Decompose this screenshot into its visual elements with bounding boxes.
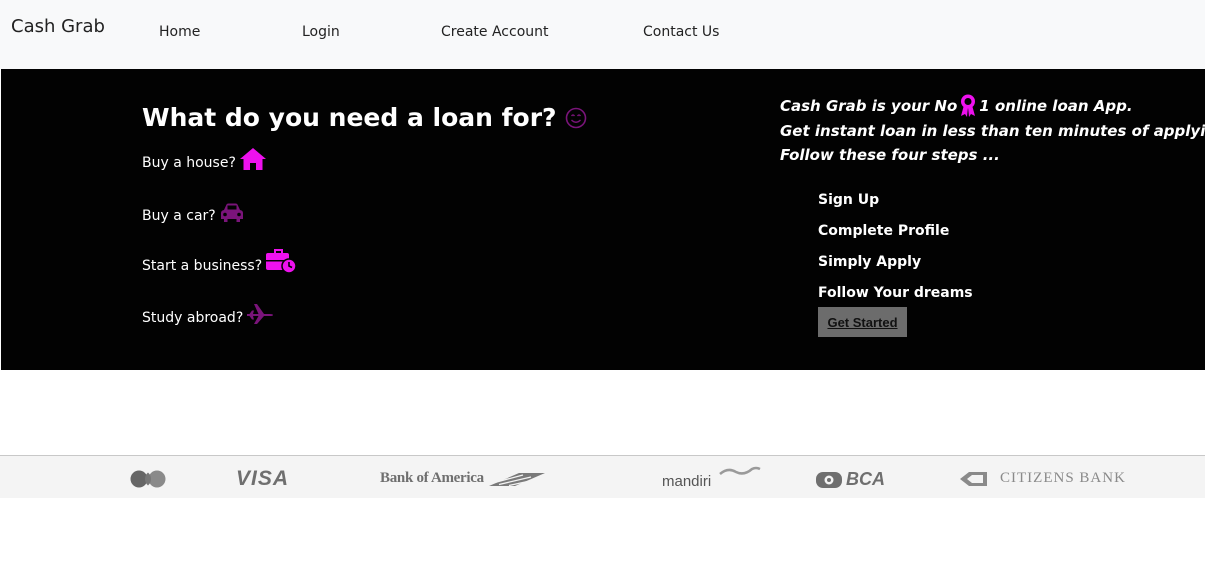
bank-of-america-flag-icon bbox=[488, 472, 545, 486]
steps-list: Sign Up Complete Profile Simply Apply Fo… bbox=[818, 189, 973, 313]
get-started-button[interactable]: Get Started bbox=[818, 307, 907, 337]
loan-option-car: Buy a car? bbox=[142, 202, 245, 224]
step-complete-profile: Complete Profile bbox=[818, 223, 950, 239]
car-icon bbox=[220, 203, 243, 222]
citizens-bank-logo: CITIZENS BANK bbox=[959, 470, 1126, 487]
step-simply-apply: Simply Apply bbox=[818, 254, 922, 270]
mandiri-text: mandiri bbox=[662, 473, 712, 490]
loan-option-house: Buy a house? bbox=[142, 147, 267, 171]
loan-option-label: Start a business? bbox=[142, 258, 263, 274]
promo-line-1b: 1 online loan App. bbox=[979, 97, 1133, 115]
hero-section: What do you need a loan for? Buy a house… bbox=[1, 69, 1205, 370]
step-sign-up: Sign Up bbox=[818, 192, 880, 208]
bca-text: BCA bbox=[846, 469, 885, 489]
citizens-bank-emblem-icon bbox=[960, 471, 987, 486]
bca-emblem-icon bbox=[816, 471, 842, 488]
mandiri-logo: mandiri bbox=[662, 466, 761, 490]
promo-text: Cash Grab is your No 1 online loan App. … bbox=[780, 94, 1205, 168]
briefcase-clock-icon bbox=[266, 249, 297, 274]
brand-logo[interactable]: Cash Grab bbox=[11, 16, 105, 37]
house-icon bbox=[239, 148, 266, 170]
loan-option-label: Study abroad? bbox=[142, 310, 244, 326]
promo-line-2: Get instant loan in less than ten minute… bbox=[780, 121, 1205, 140]
promo-line-3: Follow these four steps ... bbox=[780, 146, 1000, 164]
loan-option-study: Study abroad? bbox=[142, 302, 274, 326]
smiley-icon bbox=[565, 107, 586, 128]
nav-link-contact-us[interactable]: Contact Us bbox=[643, 24, 719, 40]
nav-link-home[interactable]: Home bbox=[159, 24, 200, 40]
citizens-bank-text: CITIZENS BANK bbox=[1000, 470, 1126, 486]
bank-of-america-text: Bank of America bbox=[380, 470, 484, 486]
nav-link-create-account[interactable]: Create Account bbox=[441, 24, 549, 40]
airplane-icon bbox=[247, 304, 274, 324]
navbar: Cash Grab Home Login Create Account Cont… bbox=[0, 0, 1205, 69]
loan-option-business: Start a business? bbox=[142, 248, 297, 274]
visa-logo: VISA bbox=[236, 467, 290, 490]
mastercard-logo bbox=[130, 470, 166, 488]
partner-logos-bar: VISA Bank of America mandiri BCA CITIZEN… bbox=[0, 455, 1205, 498]
award-ribbon-icon bbox=[961, 94, 976, 118]
hero-title: What do you need a loan for? bbox=[142, 103, 587, 132]
bank-of-america-logo: Bank of America bbox=[380, 470, 545, 487]
promo-line-1a: Cash Grab is your No bbox=[780, 97, 958, 115]
hero-title-text: What do you need a loan for? bbox=[142, 103, 557, 132]
loan-option-label: Buy a house? bbox=[142, 155, 236, 171]
bca-logo: BCA bbox=[815, 469, 885, 490]
nav-link-login[interactable]: Login bbox=[302, 24, 340, 40]
loan-option-label: Buy a car? bbox=[142, 208, 216, 224]
